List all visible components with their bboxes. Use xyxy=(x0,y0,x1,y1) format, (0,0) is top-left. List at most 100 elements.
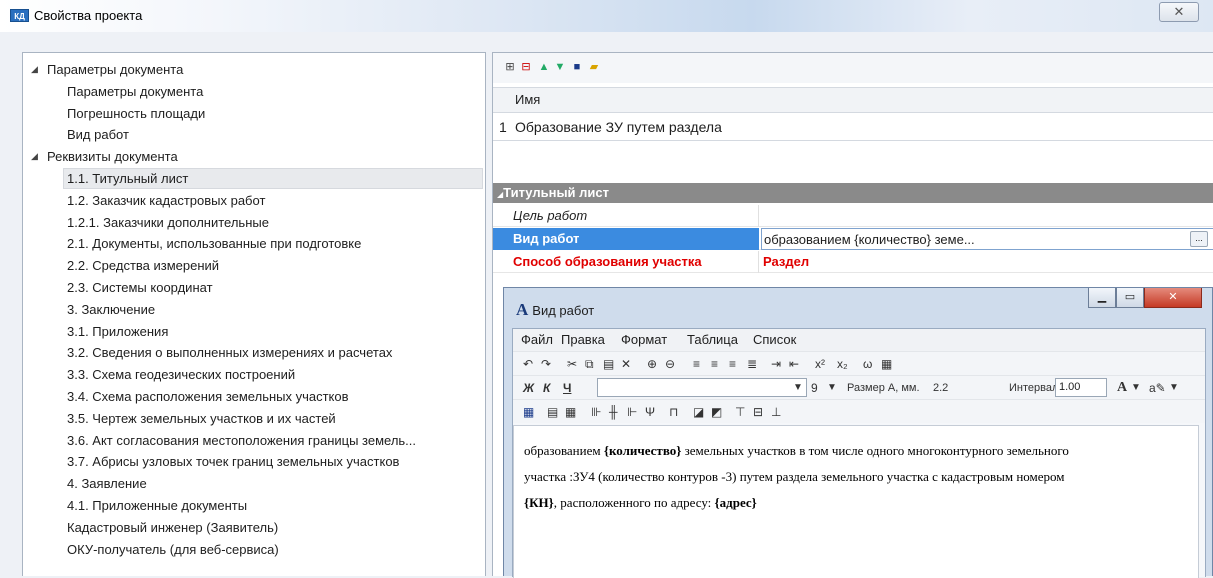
size-value[interactable]: 2.2 xyxy=(933,380,948,396)
interval-input[interactable]: 1.00 xyxy=(1055,378,1107,397)
tree-item[interactable]: ◢ Реквизиты документа xyxy=(23,146,178,167)
tree-item-label: 4. Заявление xyxy=(67,476,147,492)
delete-row-icon[interactable]: ⊟ xyxy=(519,60,533,74)
tree-item[interactable]: 2.1. Документы, использованные при подго… xyxy=(23,233,361,254)
font-dropdown-icon[interactable]: ▼ xyxy=(793,380,803,396)
row-props-icon[interactable]: ◩ xyxy=(711,404,722,420)
section-title-page[interactable]: ◢Титульный лист xyxy=(493,183,1213,203)
table-grid-icon[interactable]: ▦ xyxy=(565,404,576,420)
expand-arrow-icon[interactable]: ◢ xyxy=(31,146,38,167)
tree-item[interactable]: 3. Заключение xyxy=(23,299,155,320)
align-center-icon[interactable]: ≡ xyxy=(711,356,718,372)
grid-row[interactable]: 1 Образование ЗУ путем раздела xyxy=(493,113,1213,141)
tree-item[interactable]: 3.3. Схема геодезических построений xyxy=(23,364,295,385)
delete-column-icon[interactable]: Ψ xyxy=(645,404,655,420)
tree-item[interactable]: 2.3. Системы координат xyxy=(23,277,213,298)
ellipsis-button[interactable]: ... xyxy=(1190,231,1208,247)
undo-icon[interactable]: ↶ xyxy=(523,356,533,372)
open-folder-icon[interactable]: ▰ xyxy=(587,60,601,74)
spellcheck-icon[interactable]: ▦ xyxy=(881,356,892,372)
document-tree[interactable]: ◢ Параметры документа Параметры документа П… xyxy=(22,52,486,576)
merge-cell-icon[interactable]: ⊩ xyxy=(627,404,637,420)
move-up-icon[interactable]: ▲ xyxy=(537,60,551,74)
tree-item[interactable]: 3.7. Абрисы узловых точек границ земельн… xyxy=(23,451,399,472)
tree-item[interactable]: 4.1. Приложенные документы xyxy=(23,495,247,516)
column-width-icon[interactable]: ⊓ xyxy=(669,404,678,420)
bold-icon[interactable]: Ж xyxy=(523,380,534,396)
tree-item[interactable]: ОКУ-получатель (для веб-сервиса) xyxy=(23,539,279,560)
text-editor[interactable]: образованием {количество} земельных учас… xyxy=(513,425,1199,578)
prop-row-method[interactable]: Способ образования участка Раздел xyxy=(493,251,1213,273)
tree-item[interactable]: 1.1. Титульный лист xyxy=(23,168,483,189)
tree-item[interactable]: 1.2. Заказчик кадастровых работ xyxy=(23,190,265,211)
menu-edit[interactable]: Правка xyxy=(561,332,605,347)
tree-item[interactable]: 1.2.1. Заказчики дополнительные xyxy=(23,212,269,233)
size-dropdown-icon[interactable]: ▼ xyxy=(827,380,837,396)
menu-table[interactable]: Таблица xyxy=(687,332,738,347)
align-top-icon[interactable]: ⊤ xyxy=(735,404,745,420)
paste-icon[interactable]: ▤ xyxy=(603,356,614,372)
highlight-icon[interactable]: a✎ xyxy=(1149,380,1166,396)
prop-row-goal[interactable]: Цель работ xyxy=(493,205,1213,227)
title-bar: КД Свойства проекта ✕ xyxy=(0,0,1213,32)
prop-row-work-type[interactable]: Вид работ образованием {количество} земе… xyxy=(493,228,1213,250)
work-type-dialog: A Вид работ ▁ ▭ ✕ Файл Правка Формат Табл… xyxy=(503,287,1213,578)
close-button[interactable]: ✕ xyxy=(1159,2,1199,22)
align-middle-icon[interactable]: ⊟ xyxy=(753,404,763,420)
align-bottom-icon[interactable]: ⊥ xyxy=(771,404,781,420)
font-name-select[interactable] xyxy=(597,378,807,397)
insert-table-icon[interactable]: ▦ xyxy=(523,404,534,420)
move-down-icon[interactable]: ▼ xyxy=(553,60,567,74)
subscript-icon[interactable]: x₂ xyxy=(837,356,848,372)
prop-value[interactable]: Раздел xyxy=(761,251,1213,273)
justify-icon[interactable]: ≣ xyxy=(747,356,757,372)
tree-item[interactable]: 3.4. Схема расположения земельных участк… xyxy=(23,386,349,407)
tree-item[interactable]: Вид работ xyxy=(23,124,129,145)
italic-icon[interactable]: К xyxy=(543,380,550,396)
superscript-icon[interactable]: x² xyxy=(815,356,825,372)
editor-line: образованием {количество} земельных учас… xyxy=(524,438,1188,464)
table-props-icon[interactable]: ▤ xyxy=(547,404,558,420)
dialog-close-button[interactable]: ✕ xyxy=(1144,288,1202,308)
cell-props-icon[interactable]: ◪ xyxy=(693,404,704,420)
symbol-icon[interactable]: ω xyxy=(863,356,872,372)
maximize-button[interactable]: ▭ xyxy=(1116,288,1144,308)
font-color-dropdown-icon[interactable]: ▼ xyxy=(1131,380,1141,396)
zoom-out-icon[interactable]: ⊖ xyxy=(665,356,675,372)
menu-format[interactable]: Формат xyxy=(621,332,667,347)
menu-list[interactable]: Список xyxy=(753,332,796,347)
tree-item[interactable]: 3.1. Приложения xyxy=(23,321,168,342)
font-color-icon[interactable]: A xyxy=(1117,380,1127,396)
underline-icon[interactable]: Ч xyxy=(563,380,571,396)
highlight-dropdown-icon[interactable]: ▼ xyxy=(1169,380,1179,396)
add-row-icon[interactable]: ⊞ xyxy=(503,60,517,74)
tree-item[interactable]: 3.5. Чертеж земельных участков и их част… xyxy=(23,408,336,429)
tree-item[interactable]: 4. Заявление xyxy=(23,473,147,494)
tree-item[interactable]: Кадастровый инженер (Заявитель) xyxy=(23,517,278,538)
align-left-icon[interactable]: ≡ xyxy=(693,356,700,372)
tree-item[interactable]: 3.6. Акт согласования местоположения гра… xyxy=(23,430,416,451)
outdent-icon[interactable]: ⇤ xyxy=(789,356,799,372)
split-cell-icon[interactable]: ╫ xyxy=(609,404,618,420)
cut-icon[interactable]: ✂ xyxy=(567,356,577,372)
indent-icon[interactable]: ⇥ xyxy=(771,356,781,372)
minimize-button[interactable]: ▁ xyxy=(1088,288,1116,308)
prop-value[interactable]: образованием {количество} земе... xyxy=(761,228,1213,250)
tree-item-label: 1.2.1. Заказчики дополнительные xyxy=(67,214,269,230)
tree-item[interactable]: 2.2. Средства измерений xyxy=(23,255,219,276)
font-size-value[interactable]: 9 xyxy=(811,380,818,396)
tree-item[interactable]: Погрешность площади xyxy=(23,103,205,124)
insert-column-icon[interactable]: ⊪ xyxy=(591,404,601,420)
save-icon[interactable]: ■ xyxy=(570,60,584,74)
align-right-icon[interactable]: ≡ xyxy=(729,356,736,372)
redo-icon[interactable]: ↷ xyxy=(541,356,551,372)
menu-file[interactable]: Файл xyxy=(521,332,553,347)
tree-item[interactable]: Параметры документа xyxy=(23,81,203,102)
delete-icon[interactable]: ✕ xyxy=(621,356,631,372)
prop-value[interactable] xyxy=(761,205,1213,227)
expand-arrow-icon[interactable]: ◢ xyxy=(31,59,38,80)
tree-item[interactable]: ◢ Параметры документа xyxy=(23,59,183,80)
copy-icon[interactable]: ⧉ xyxy=(585,356,594,372)
zoom-in-icon[interactable]: ⊕ xyxy=(647,356,657,372)
tree-item[interactable]: 3.2. Сведения о выполненных измерениях и… xyxy=(23,342,392,363)
